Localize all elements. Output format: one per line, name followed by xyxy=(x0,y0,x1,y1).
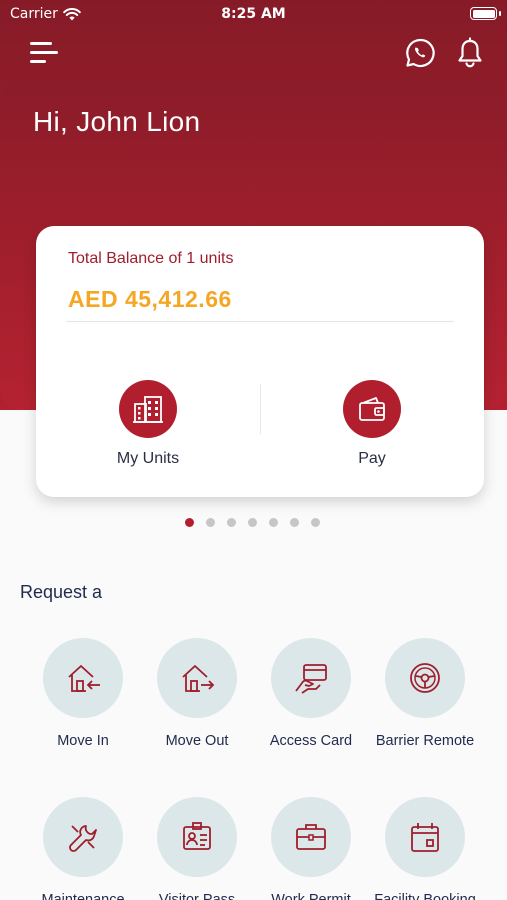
service-label: Visitor Pass xyxy=(158,892,236,900)
whatsapp-button[interactable] xyxy=(404,37,436,69)
status-time: 8:25 AM xyxy=(221,6,286,22)
service-move-in[interactable]: Move In xyxy=(21,638,145,749)
service-visitor-pass[interactable]: Visitor Pass xyxy=(135,797,259,900)
notifications-button[interactable] xyxy=(455,37,485,69)
menu-icon-bar xyxy=(30,42,52,45)
calendar-icon xyxy=(411,823,439,852)
carousel-dot[interactable] xyxy=(269,518,278,527)
visitor-pass-icon xyxy=(183,822,211,850)
my-units-button[interactable]: My Units xyxy=(73,380,223,468)
balance-card: Total Balance of 1 units AED 45,412.66 M… xyxy=(36,226,484,497)
move-in-icon xyxy=(68,665,100,692)
my-units-icon-circle xyxy=(119,380,177,438)
menu-icon-bar xyxy=(30,60,46,63)
service-move-out[interactable]: Move Out xyxy=(135,638,259,749)
status-bar: Carrier 8:25 AM xyxy=(0,0,507,30)
steering-wheel-icon xyxy=(410,663,440,693)
greeting-text: Hi, John Lion xyxy=(33,106,201,137)
service-icon-circle xyxy=(157,638,237,718)
service-label: Maintenance xyxy=(41,892,125,900)
service-icon-circle xyxy=(271,638,351,718)
service-icon-circle xyxy=(43,797,123,877)
service-icon-circle xyxy=(385,797,465,877)
service-label: Work Permit xyxy=(271,892,351,900)
carousel-dot[interactable] xyxy=(206,518,215,527)
service-work-permit[interactable]: Work Permit xyxy=(249,797,373,900)
bell-icon xyxy=(458,37,482,68)
service-maintenance[interactable]: Maintenance xyxy=(21,797,145,900)
service-label: Access Card xyxy=(269,733,353,749)
service-label: Barrier Remote xyxy=(375,733,475,749)
carousel-dot[interactable] xyxy=(227,518,236,527)
balance-amount: AED 45,412.66 xyxy=(68,286,232,312)
pay-icon-circle xyxy=(343,380,401,438)
service-barrier-remote[interactable]: Barrier Remote xyxy=(363,638,487,749)
carousel-dots xyxy=(185,518,320,527)
balance-divider xyxy=(66,321,454,322)
building-icon xyxy=(133,396,163,423)
request-section-title: Request a xyxy=(20,582,103,602)
service-icon-circle xyxy=(157,797,237,877)
carousel-dot[interactable] xyxy=(248,518,257,527)
battery-nub xyxy=(499,11,501,16)
carousel-dot[interactable] xyxy=(290,518,299,527)
service-label: Move Out xyxy=(165,733,229,749)
pay-button[interactable]: Pay xyxy=(297,380,447,468)
service-icon-circle xyxy=(43,638,123,718)
pay-label: Pay xyxy=(358,450,386,467)
service-access-card[interactable]: Access Card xyxy=(249,638,373,749)
move-out-icon xyxy=(182,665,215,692)
carousel-dot[interactable] xyxy=(311,518,320,527)
whatsapp-icon xyxy=(406,38,435,68)
carousel-dot[interactable] xyxy=(185,518,194,527)
service-icon-circle xyxy=(271,797,351,877)
service-label: Facility Booking xyxy=(374,892,476,900)
wallet-icon xyxy=(359,397,385,421)
my-units-label: My Units xyxy=(116,450,180,467)
service-label: Move In xyxy=(57,733,109,749)
service-facility-booking[interactable]: Facility Booking xyxy=(363,797,487,900)
menu-icon-bar xyxy=(30,51,58,54)
maintenance-icon xyxy=(69,825,97,852)
card-actions-divider xyxy=(260,384,261,434)
access-card-icon xyxy=(295,664,327,694)
balance-label: Total Balance of 1 units xyxy=(68,250,234,267)
battery-icon xyxy=(470,7,497,20)
briefcase-icon xyxy=(296,824,326,850)
service-icon-circle xyxy=(385,638,465,718)
menu-button[interactable] xyxy=(30,40,60,66)
